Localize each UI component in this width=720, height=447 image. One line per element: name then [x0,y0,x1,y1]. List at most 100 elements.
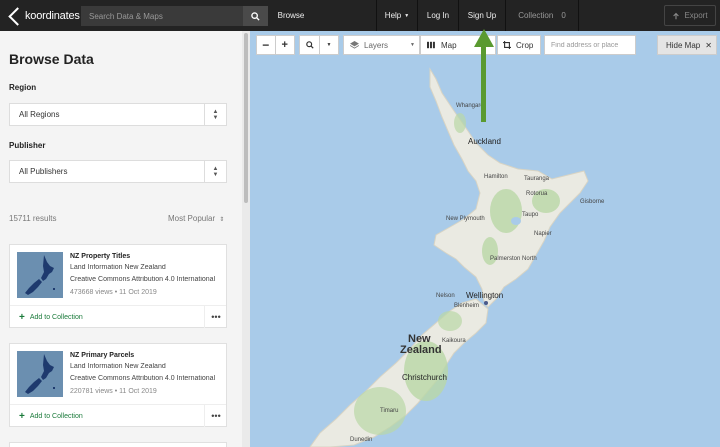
signup-link[interactable]: Sign Up [459,0,505,31]
map-label-blenheim: Blenheim [454,303,480,309]
map-label: Map [441,40,457,50]
more-options-button[interactable]: ••• [204,405,227,427]
logo-mark-icon [8,6,27,26]
dataset-license: Creative Commons Attribution 4.0 Interna… [70,276,216,283]
map-label-christchurch: Christchurch [402,373,447,382]
nav-help-label: Help [384,11,402,20]
magnifier-icon [305,41,314,49]
map-label-country-line2: Zealand [400,344,442,356]
lake [511,217,521,225]
top-navigation-bar: koordinates Browse Help ▼ Log In Sign Up… [0,0,720,31]
add-to-collection-label: Add to Collection [29,413,83,420]
dataset-card[interactable]: NZ Primary Parcels Land Information New … [9,343,227,427]
dataset-title[interactable]: NZ Primary Parcels [70,352,134,359]
sidebar-scrollbar[interactable] [242,31,250,447]
card-divider [10,404,226,405]
hide-map-button[interactable]: Hide Map ✕ [657,35,717,55]
map-label-rotorua: Rotorua [526,191,548,197]
region-select[interactable]: All Regions ▲ ▼ [9,103,227,126]
layers-button[interactable]: Layers ▼ [343,35,420,55]
page-title: Browse Data [9,51,94,67]
search-button[interactable] [243,6,268,26]
chevron-down-icon: ▼ [410,42,415,48]
crop-button[interactable]: Crop [497,35,541,55]
address-search [544,35,636,55]
forest-area [490,189,522,233]
sort-arrows-icon: ⇕ [219,217,225,223]
add-to-collection-label: Add to Collection [29,314,83,321]
wellington-marker [484,301,488,305]
export-button[interactable]: Export [664,5,716,26]
map-label-new-plymouth: New Plymouth [446,216,485,222]
forest-area [454,113,466,133]
dataset-title[interactable]: NZ Property Titles [70,253,130,260]
scrollbar-thumb[interactable] [244,33,248,203]
dataset-publisher: Land Information New Zealand [70,363,166,370]
search-icon [251,11,260,21]
publisher-select[interactable]: All Publishers ▲ ▼ [9,160,227,183]
login-link[interactable]: Log In [418,0,458,31]
logo-text: koordinates [25,10,80,22]
map-label-kaikoura: Kaikoura [442,338,466,344]
map-label-gisborne: Gisborne [580,199,605,205]
annotation-arrow-head [474,29,494,47]
nav-divider [578,0,579,31]
collection-button[interactable]: Collection 0 [506,0,578,31]
dataset-card[interactable] [9,442,227,447]
chevron-down-icon: ▼ [404,12,410,19]
publisher-label: Publisher [9,141,46,150]
zoom-dropdown-button[interactable]: ▼ [320,36,338,54]
zoom-tools: ▼ [299,35,339,55]
hide-map-label: Hide Map [666,40,701,50]
sort-label: Most Popular [168,214,216,223]
zoom-tool-button[interactable] [300,36,320,54]
map-label-hamilton: Hamilton [484,174,508,180]
chevron-down-icon: ▼ [326,42,332,48]
select-arrows-icon: ▲ ▼ [204,104,226,125]
map-label-taupo: Taupo [522,212,539,218]
dataset-card[interactable]: NZ Property Titles Land Information New … [9,244,227,328]
map-label-wellington: Wellington [466,291,504,300]
map-label-tauranga: Tauranga [524,176,550,182]
dataset-thumbnail [17,252,63,298]
publisher-select-value: All Publishers [19,167,68,176]
plus-icon: + [19,411,25,422]
card-divider [10,305,226,306]
map-label-dunedin: Dunedin [350,437,373,443]
nav-help[interactable]: Help ▼ [377,0,417,31]
map-label-napier: Napier [534,231,552,237]
dataset-license: Creative Commons Attribution 4.0 Interna… [70,375,216,382]
plus-icon: + [19,312,25,323]
export-icon [673,12,680,19]
map-label-palmerston-north: Palmerston North [490,256,537,262]
sort-select[interactable]: Most Popular ⇕ [168,214,224,223]
ellipsis-icon: ••• [211,411,221,421]
zoom-out-button[interactable]: − [257,36,276,54]
koordinates-logo[interactable]: koordinates [8,6,80,26]
ellipsis-icon: ••• [211,312,221,322]
more-options-button[interactable]: ••• [204,306,227,328]
browse-sidebar: Browse Data Region All Regions ▲ ▼ Publis… [0,31,242,447]
crop-label: Crop [516,40,534,50]
collection-label: Collection [518,11,554,20]
close-icon: ✕ [705,40,712,50]
region-label: Region [9,83,37,92]
search-input[interactable] [81,6,243,26]
dataset-meta: 473668 views • 11 Oct 2019 [70,289,157,296]
nav-browse[interactable]: Browse [268,0,314,31]
dataset-thumbnail [17,351,63,397]
select-arrows-icon: ▲ ▼ [204,161,226,182]
region-select-value: All Regions [19,110,60,119]
address-search-input[interactable] [545,41,635,49]
forest-area [438,311,462,331]
zoom-in-button[interactable]: + [276,36,294,54]
annotation-arrow-shaft [481,46,486,122]
export-label: Export [684,11,708,20]
collection-count: 0 [561,11,566,20]
zoom-controls: − + [256,35,295,55]
add-to-collection-button[interactable]: + Add to Collection [19,411,83,422]
add-to-collection-button[interactable]: + Add to Collection [19,312,83,323]
dataset-publisher: Land Information New Zealand [70,264,166,271]
layers-icon [344,36,364,54]
layers-label: Layers [364,40,389,50]
